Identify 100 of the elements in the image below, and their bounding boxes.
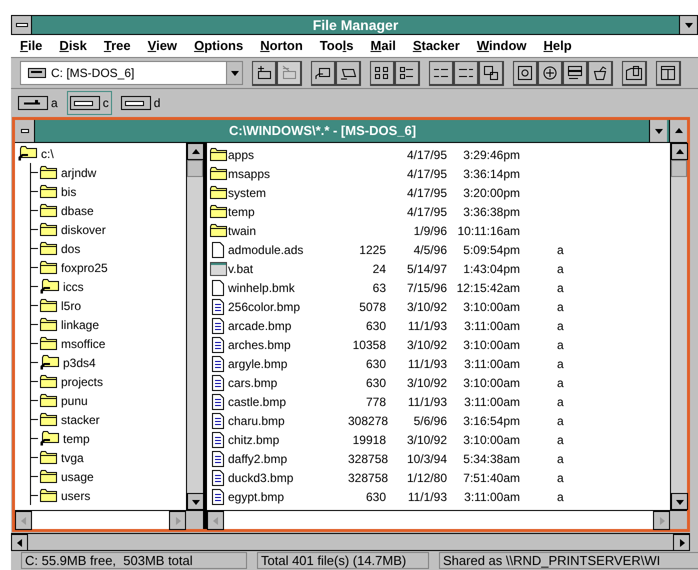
file-name[interactable]: system: [228, 184, 348, 202]
file-name[interactable]: msapps: [228, 164, 348, 182]
dropdown-button[interactable]: [226, 62, 242, 84]
file-name[interactable]: cars.bmp: [228, 374, 348, 392]
folder-name[interactable]: tvga: [61, 448, 84, 466]
text-document-icon: [212, 470, 224, 486]
toolbar-button[interactable]: [479, 60, 504, 86]
folder-name[interactable]: temp: [63, 430, 90, 448]
toolbar-button[interactable]: [311, 60, 336, 86]
menu-item[interactable]: Options: [194, 38, 244, 54]
folder-name[interactable]: msoffice: [61, 334, 106, 352]
folder-name[interactable]: users: [61, 486, 90, 504]
file-name[interactable]: arches.bmp: [228, 336, 348, 354]
folder-name[interactable]: stacker: [61, 410, 100, 428]
scroll-left-button[interactable]: [207, 511, 224, 530]
scroll-right-button[interactable]: [673, 534, 690, 551]
folder-name[interactable]: usage: [61, 468, 94, 486]
menu-item[interactable]: Help: [544, 38, 572, 54]
scroll-up-button[interactable]: [187, 143, 204, 160]
folder-name[interactable]: linkage: [61, 316, 100, 334]
file-name[interactable]: temp: [228, 202, 348, 220]
scroll-left-button[interactable]: [15, 511, 32, 530]
file-name[interactable]: admodule.ads: [228, 240, 348, 258]
toolbar-button[interactable]: [429, 60, 454, 86]
drive-select[interactable]: C: [MS-DOS_6]: [20, 61, 243, 85]
scroll-thumb[interactable]: [671, 160, 687, 177]
system-menu-button[interactable]: [15, 120, 35, 142]
grid-icon: [373, 64, 391, 80]
file-time: 3:10:00am: [462, 336, 520, 354]
file-name[interactable]: arcade.bmp: [228, 316, 348, 334]
toolbar-button[interactable]: [252, 60, 277, 86]
file-name[interactable]: duckd3.bmp: [228, 468, 348, 486]
toolbar-button[interactable]: [513, 60, 538, 86]
scroll-right-button[interactable]: [169, 511, 186, 530]
folder-name[interactable]: dbase: [61, 202, 94, 220]
file-name[interactable]: 256color.bmp: [228, 298, 348, 316]
toolbar-button[interactable]: [588, 60, 613, 86]
folder-name[interactable]: iccs: [63, 278, 84, 296]
system-menu-button[interactable]: [12, 16, 32, 34]
file-name[interactable]: charu.bmp: [228, 412, 348, 430]
file-name[interactable]: argyle.bmp: [228, 354, 348, 372]
folder-icon: [210, 186, 227, 199]
menu-item[interactable]: File: [20, 38, 42, 54]
toolbar-button[interactable]: [656, 60, 681, 86]
file-name[interactable]: castle.bmp: [228, 392, 348, 410]
file-attributes: a: [557, 356, 564, 372]
toolbar-button[interactable]: [370, 60, 395, 86]
drive-button[interactable]: c: [66, 91, 112, 115]
file-name[interactable]: chitz.bmp: [228, 430, 348, 448]
bucket-icon: [591, 64, 609, 80]
folder-name[interactable]: arjndw: [61, 164, 96, 182]
scroll-up-button[interactable]: [671, 143, 688, 160]
scroll-down-button[interactable]: [671, 493, 688, 510]
maximize-button[interactable]: [669, 120, 687, 142]
file-time: 10:11:16am: [456, 222, 520, 240]
scroll-thumb[interactable]: [187, 160, 203, 177]
folder-name[interactable]: dos: [61, 240, 80, 258]
toolbar-button[interactable]: [563, 60, 588, 86]
menu-item[interactable]: View: [148, 38, 178, 54]
menu-item[interactable]: Norton: [260, 38, 303, 54]
toolbar-button[interactable]: [454, 60, 479, 86]
scroll-left-button[interactable]: [11, 534, 28, 551]
toolbar-button[interactable]: [622, 60, 647, 86]
folder-name[interactable]: diskover: [61, 220, 106, 238]
file-name[interactable]: daffy2.bmp: [228, 450, 348, 468]
menu-item[interactable]: Window: [476, 38, 527, 54]
folder-name[interactable]: bis: [61, 182, 76, 200]
file-date: 7/15/96: [406, 280, 447, 296]
file-name[interactable]: egypt.bmp: [228, 488, 348, 506]
file-size: 778: [364, 394, 386, 410]
two-pane-icon: [659, 64, 677, 80]
minimize-button[interactable]: [679, 16, 697, 34]
file-name[interactable]: winhelp.bmk: [228, 278, 348, 296]
folder-name[interactable]: projects: [61, 372, 104, 390]
drive-button[interactable]: a: [15, 91, 61, 115]
file-size: 63: [372, 280, 386, 296]
file-date: 11/1/93: [406, 488, 447, 506]
toolbar-button[interactable]: [395, 60, 420, 86]
file-name[interactable]: twain: [228, 222, 348, 240]
drive-button[interactable]: d: [118, 91, 164, 115]
scroll-right-button[interactable]: [653, 511, 670, 530]
folder-name[interactable]: l5ro: [61, 296, 82, 314]
folder-icon: [210, 224, 227, 237]
toolbar-button[interactable]: [538, 60, 563, 86]
scroll-down-button[interactable]: [187, 493, 204, 510]
minimize-button[interactable]: [649, 120, 667, 142]
folder-name[interactable]: punu: [61, 392, 88, 410]
text-document-icon: [212, 336, 224, 352]
folder-name[interactable]: p3ds4: [63, 354, 96, 372]
menu-item[interactable]: Mail: [370, 38, 396, 54]
folder-name[interactable]: foxpro25: [61, 258, 108, 276]
menu-item[interactable]: Tools: [320, 38, 354, 54]
file-name[interactable]: apps: [228, 146, 348, 164]
file-attributes: a: [557, 450, 564, 468]
folder-name[interactable]: c:\: [41, 144, 54, 162]
menu-item[interactable]: Tree: [104, 38, 131, 54]
toolbar-button[interactable]: [336, 60, 361, 86]
file-name[interactable]: v.bat: [228, 260, 348, 278]
menu-item[interactable]: Disk: [59, 38, 87, 54]
menu-item[interactable]: Stacker: [412, 38, 460, 54]
